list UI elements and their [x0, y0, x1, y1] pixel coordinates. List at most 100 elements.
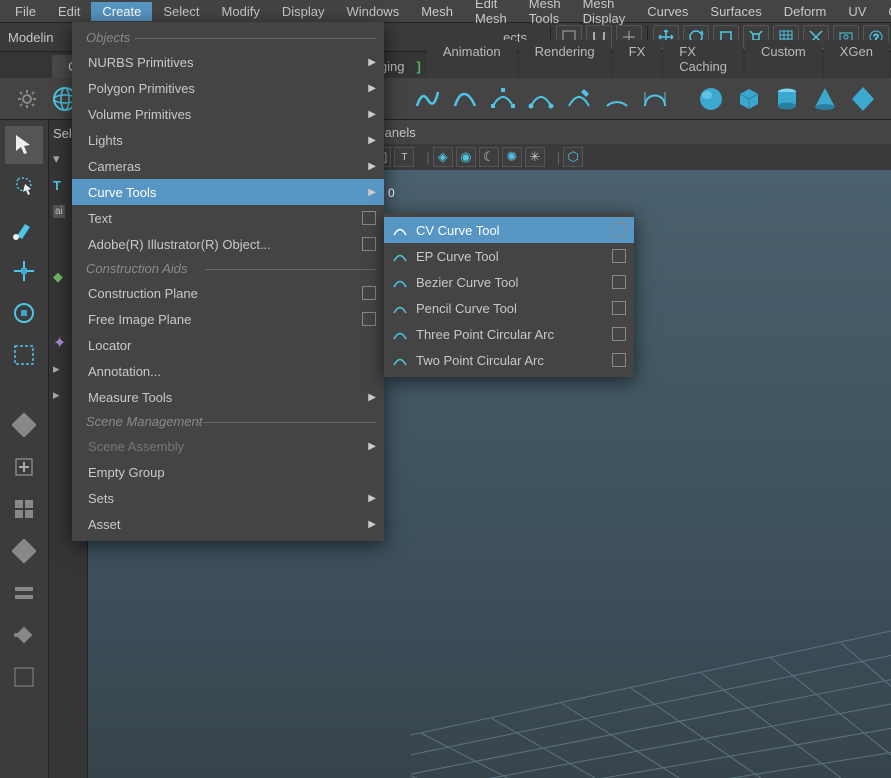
menu-modify[interactable]: Modify	[211, 2, 271, 21]
submenu-item-bezier-curve-tool[interactable]: Bezier Curve Tool	[384, 269, 634, 295]
menu-item-volume-primitives[interactable]: Volume Primitives▶	[72, 101, 384, 127]
ep-curve-small-icon[interactable]	[524, 82, 558, 116]
poly-diamond-icon[interactable]	[846, 82, 880, 116]
menu-display[interactable]: Display	[271, 2, 336, 21]
submenu-item-cv-curve-tool[interactable]: CV Curve Tool	[384, 217, 634, 243]
ao-icon[interactable]: ☾	[479, 147, 499, 167]
menu-item-label: Annotation...	[88, 364, 376, 379]
tab-rendering[interactable]: Rendering	[519, 40, 611, 78]
menu-item-locator[interactable]: Locator	[72, 332, 384, 358]
menu-curves[interactable]: Curves	[636, 2, 699, 21]
bezier-small-icon[interactable]	[638, 82, 672, 116]
layout-last-icon[interactable]	[5, 658, 43, 696]
lasso-tool[interactable]	[5, 168, 43, 206]
menu-item-polygon-primitives[interactable]: Polygon Primitives▶	[72, 75, 384, 101]
menu-item-curve-tools[interactable]: Curve Tools▶	[72, 179, 384, 205]
option-box-icon[interactable]	[612, 301, 626, 315]
move-axis-tool[interactable]	[5, 252, 43, 290]
menu-item-label: Measure Tools	[88, 390, 368, 405]
tab-fx-caching[interactable]: FX Caching	[663, 40, 743, 78]
curve-icon[interactable]	[410, 82, 444, 116]
poly-cone-icon[interactable]	[808, 82, 842, 116]
isolate-icon[interactable]: ⬡	[563, 147, 583, 167]
menu-deform[interactable]: Deform	[773, 2, 838, 21]
menu-edit[interactable]: Edit	[47, 2, 91, 21]
arc3-icon	[388, 326, 412, 342]
poly-sphere-icon[interactable]	[694, 82, 728, 116]
layout-add-icon[interactable]	[5, 448, 43, 486]
layout-slider-icon[interactable]	[5, 574, 43, 612]
menu-item-measure-tools[interactable]: Measure Tools▶	[72, 384, 384, 410]
submenu-item-three-point-circular-arc[interactable]: Three Point Circular Arc	[384, 321, 634, 347]
chevron-right-icon[interactable]: ▸	[53, 387, 60, 403]
motion-blur-icon[interactable]: ✺	[502, 147, 522, 167]
menu-surfaces[interactable]: Surfaces	[699, 2, 772, 21]
menu-item-free-image-plane[interactable]: Free Image Plane	[72, 306, 384, 332]
select-tool[interactable]	[5, 126, 43, 164]
paint-select-tool[interactable]	[5, 210, 43, 248]
workspace-dropdown[interactable]: Modelin	[0, 26, 62, 49]
shadow-icon[interactable]: ◉	[456, 147, 476, 167]
chevron-down-icon[interactable]: ▾	[53, 151, 60, 167]
chevron-right-icon[interactable]: ▸	[53, 361, 60, 377]
menu-item-label: Asset	[88, 517, 368, 532]
menu-mesh[interactable]: Mesh	[410, 2, 464, 21]
submenu-item-pencil-curve-tool[interactable]: Pencil Curve Tool	[384, 295, 634, 321]
layout-diamond2-icon[interactable]	[5, 532, 43, 570]
layout-four-icon[interactable]	[5, 490, 43, 528]
menu-item-lights[interactable]: Lights▶	[72, 127, 384, 153]
textured-icon[interactable]: T	[394, 147, 414, 167]
gear-icon[interactable]	[10, 82, 44, 116]
tab-xgen[interactable]: XGen	[824, 40, 889, 78]
cv-curve-small-icon[interactable]	[486, 82, 520, 116]
option-box-icon[interactable]	[612, 223, 626, 237]
menu-item-nurbs-primitives[interactable]: NURBS Primitives▶	[72, 49, 384, 75]
menu-item-label: Free Image Plane	[88, 312, 354, 327]
option-box-icon[interactable]	[612, 275, 626, 289]
menu-uv[interactable]: UV	[837, 2, 877, 21]
rotate-axis-tool[interactable]	[5, 294, 43, 332]
menu-select[interactable]: Select	[152, 2, 210, 21]
submenu-item-label: Pencil Curve Tool	[416, 301, 604, 316]
option-box-icon[interactable]	[612, 327, 626, 341]
menu-item-sets[interactable]: Sets▶	[72, 485, 384, 511]
layout-icon[interactable]	[5, 406, 43, 444]
menu-item-empty-group[interactable]: Empty Group	[72, 459, 384, 485]
submenu-arrow-icon: ▶	[368, 135, 376, 146]
option-box-icon[interactable]	[362, 286, 376, 300]
pencil-curve-small-icon[interactable]	[562, 82, 596, 116]
submenu-item-two-point-circular-arc[interactable]: Two Point Circular Arc	[384, 347, 634, 373]
menu-item-asset[interactable]: Asset▶	[72, 511, 384, 537]
menu-mesh-display[interactable]: Mesh Display	[572, 0, 637, 28]
tab-fx[interactable]: FX	[613, 40, 662, 78]
poly-cylinder-icon[interactable]	[770, 82, 804, 116]
tab-custom[interactable]: Custom	[745, 40, 822, 78]
aa-icon[interactable]: ✳	[525, 147, 545, 167]
curve2-icon[interactable]	[448, 82, 482, 116]
menu-create[interactable]: Create	[91, 2, 152, 21]
tab-animation[interactable]: Animation	[427, 40, 517, 78]
menu-windows[interactable]: Windows	[335, 2, 410, 21]
menu-mesh-tools[interactable]: Mesh Tools	[518, 0, 572, 28]
option-box-icon[interactable]	[362, 211, 376, 225]
submenu-item-label: Two Point Circular Arc	[416, 353, 604, 368]
option-box-icon[interactable]	[612, 249, 626, 263]
option-box-icon[interactable]	[612, 353, 626, 367]
poly-cube-icon[interactable]	[732, 82, 766, 116]
light-icon[interactable]: ◈	[433, 147, 453, 167]
workspace-label: Modelin	[8, 30, 54, 45]
scale-axis-tool[interactable]	[5, 336, 43, 374]
arc-small-icon[interactable]	[600, 82, 634, 116]
submenu-item-ep-curve-tool[interactable]: EP Curve Tool	[384, 243, 634, 269]
option-box-icon[interactable]	[362, 237, 376, 251]
menu-item-construction-plane[interactable]: Construction Plane	[72, 280, 384, 306]
menu-gen[interactable]: Gen	[877, 2, 891, 21]
menu-item-adobe-r-illustrator-r-object-[interactable]: Adobe(R) Illustrator(R) Object...	[72, 231, 384, 257]
menu-item-text[interactable]: Text	[72, 205, 384, 231]
menu-item-cameras[interactable]: Cameras▶	[72, 153, 384, 179]
menu-edit-mesh[interactable]: Edit Mesh	[464, 0, 518, 28]
menu-file[interactable]: File	[4, 2, 47, 21]
option-box-icon[interactable]	[362, 312, 376, 326]
layout-dotdiamond-icon[interactable]	[5, 616, 43, 654]
menu-item-annotation-[interactable]: Annotation...	[72, 358, 384, 384]
